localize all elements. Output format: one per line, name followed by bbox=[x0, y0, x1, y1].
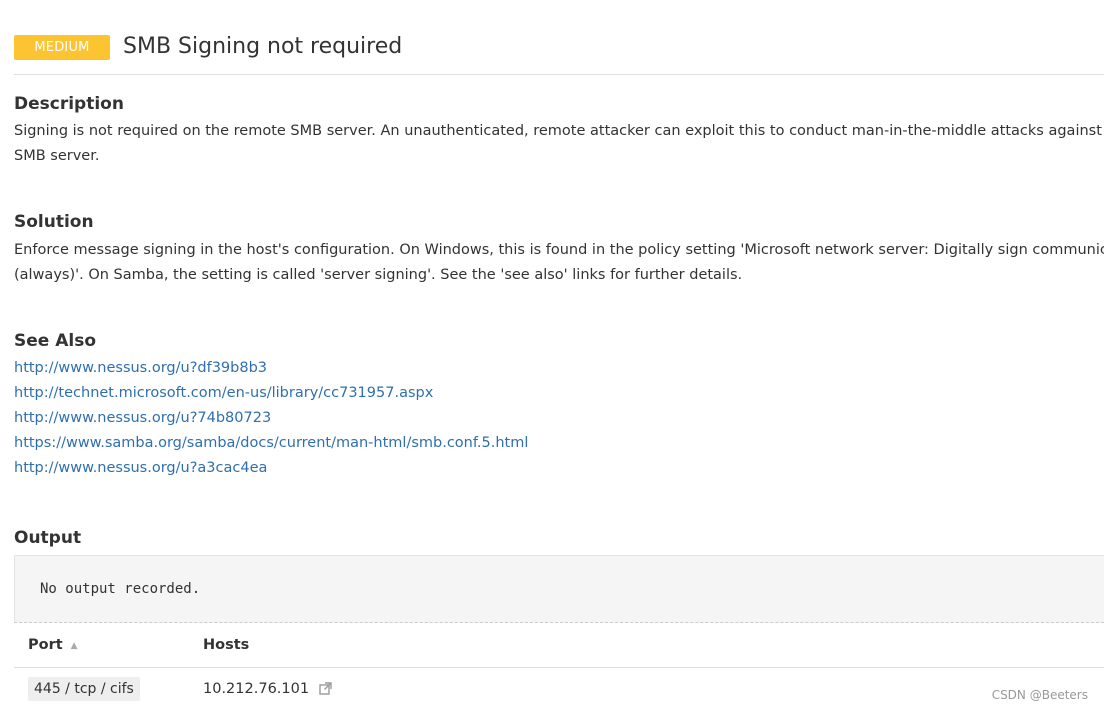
output-box: No output recorded. bbox=[14, 555, 1104, 623]
solution-heading: Solution bbox=[14, 212, 94, 232]
description-heading: Description bbox=[14, 94, 124, 114]
column-header-hosts[interactable]: Hosts bbox=[203, 635, 249, 655]
external-link-icon[interactable] bbox=[319, 682, 332, 695]
solution-line-1: Enforce message signing in the host's co… bbox=[14, 242, 1104, 258]
see-also-link[interactable]: http://technet.microsoft.com/en-us/libra… bbox=[14, 381, 433, 406]
see-also-heading: See Also bbox=[14, 331, 97, 351]
plugin-detail-page: MEDIUM SMB Signing not required Descript… bbox=[0, 0, 1104, 709]
output-heading: Output bbox=[14, 528, 82, 548]
plugin-title: SMB Signing not required bbox=[123, 34, 403, 59]
description-line-2: SMB server. bbox=[14, 148, 100, 164]
watermark: CSDN @Beeters bbox=[991, 688, 1088, 702]
see-also-link[interactable]: https://www.samba.org/samba/docs/current… bbox=[14, 431, 528, 456]
solution-line-2: (always)'. On Samba, the setting is call… bbox=[14, 267, 743, 283]
see-also-link[interactable]: http://www.nessus.org/u?a3cac4ea bbox=[14, 456, 267, 481]
description-line-1: Signing is not required on the remote SM… bbox=[14, 123, 1104, 139]
port-chip: 445 / tcp / cifs bbox=[28, 677, 140, 701]
column-header-port-label: Port bbox=[28, 637, 63, 653]
host-address: 10.212.76.101 bbox=[203, 681, 310, 697]
sort-ascending-icon[interactable]: ▲ bbox=[71, 636, 78, 656]
see-also-link[interactable]: http://www.nessus.org/u?74b80723 bbox=[14, 406, 271, 431]
table-row: 445 / tcp / cifs 10.212.76.101 bbox=[14, 668, 1104, 709]
plugin-header: MEDIUM SMB Signing not required bbox=[14, 34, 1104, 75]
output-text: No output recorded. bbox=[40, 581, 201, 597]
severity-badge: MEDIUM bbox=[14, 35, 110, 60]
see-also-link[interactable]: http://www.nessus.org/u?df39b8b3 bbox=[14, 356, 267, 381]
hosts-table-header: Port ▲ Hosts bbox=[14, 624, 1104, 668]
column-header-port[interactable]: Port ▲ bbox=[28, 635, 78, 656]
